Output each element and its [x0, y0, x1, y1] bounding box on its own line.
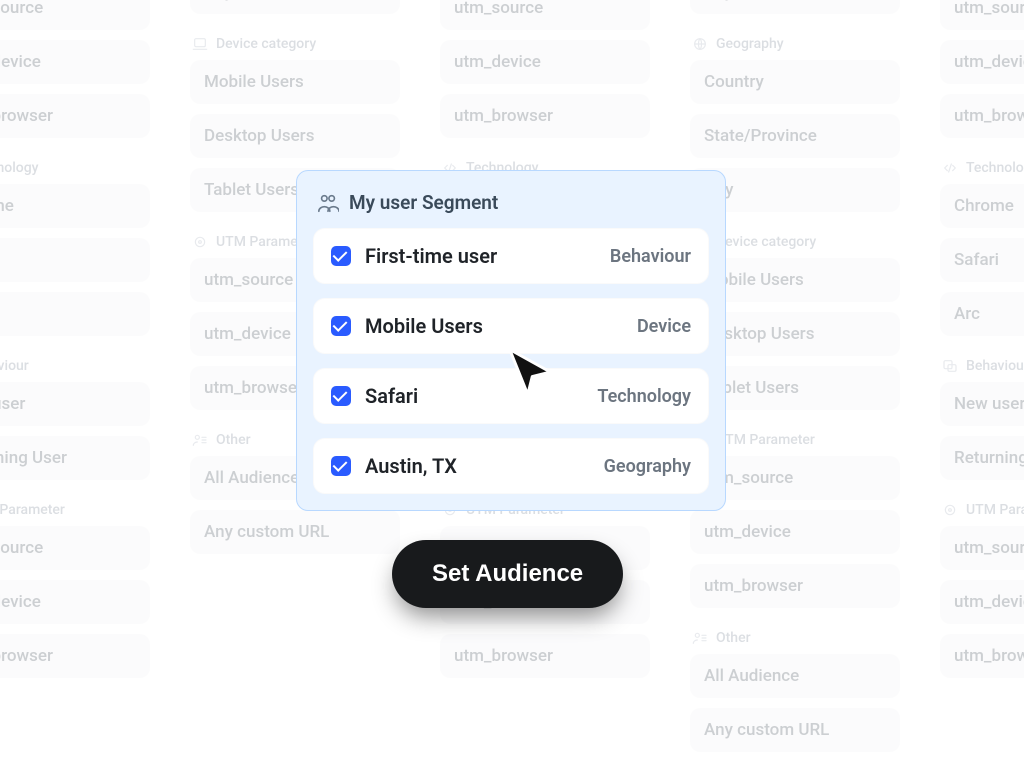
bg-section-header-utm: UTM Parameter	[0, 502, 150, 518]
behaviour-icon	[942, 358, 958, 374]
segment-label: First-time user	[365, 244, 497, 268]
bg-section-header-geo: Geography	[692, 36, 900, 52]
bg-option: Safari	[0, 238, 150, 282]
segment-category: Behaviour	[610, 246, 691, 267]
bg-option: Returning User	[940, 436, 1024, 480]
bg-option: New user	[0, 382, 150, 426]
bg-option: Chrome	[940, 184, 1024, 228]
bg-option: utm_device	[0, 40, 150, 84]
other-icon	[692, 630, 708, 646]
bg-option: utm_source	[0, 0, 150, 30]
bg-option: State/Province	[690, 114, 900, 158]
checkbox-icon[interactable]	[331, 246, 351, 266]
set-audience-button[interactable]: Set Audience	[392, 540, 623, 608]
tech-icon	[942, 160, 958, 176]
bg-option: utm_device	[690, 510, 900, 554]
bg-option: utm_browser	[690, 564, 900, 608]
bg-section-header-behaviour: Behaviour	[942, 358, 1024, 374]
bg-option: Returning User	[0, 436, 150, 480]
utm-icon	[942, 502, 958, 518]
checkbox-icon[interactable]	[331, 386, 351, 406]
segment-row[interactable]: Safari Technology	[313, 368, 709, 424]
geo-icon	[692, 36, 708, 52]
bg-option: Any custom URL	[190, 510, 400, 554]
bg-option: Any custom URL	[190, 0, 400, 14]
bg-option: utm_browser	[940, 634, 1024, 678]
bg-option: utm_source	[0, 526, 150, 570]
bg-option: Mobile Users	[190, 60, 400, 104]
bg-section-header-tech: Technology	[942, 160, 1024, 176]
segment-category: Technology	[597, 386, 691, 407]
bg-option: All Audience	[690, 654, 900, 698]
bg-option: Any custom URL	[690, 708, 900, 752]
bg-option: Desktop Users	[190, 114, 400, 158]
device-icon	[192, 36, 208, 52]
segment-title: My user Segment	[349, 191, 498, 214]
bg-option: Arc	[940, 292, 1024, 336]
bg-option: utm_source	[940, 526, 1024, 570]
bg-option: Chrome	[0, 184, 150, 228]
segment-label: Mobile Users	[365, 314, 483, 338]
bg-section-header-tech: Technology	[0, 160, 150, 176]
segment-card-header: My user Segment	[313, 187, 709, 228]
bg-section-header-other: Other	[692, 630, 900, 646]
bg-option: utm_browser	[0, 94, 150, 138]
bg-option: utm_source	[440, 0, 650, 30]
user-segment-card: My user Segment First-time user Behaviou…	[296, 170, 726, 511]
segment-row[interactable]: Mobile Users Device	[313, 298, 709, 354]
bg-option: Country	[690, 60, 900, 104]
bg-option: utm_device	[440, 40, 650, 84]
utm-icon	[192, 234, 208, 250]
segment-label: Austin, TX	[365, 454, 457, 478]
set-audience-label: Set Audience	[432, 560, 583, 587]
segment-category: Device	[637, 316, 691, 337]
users-icon	[317, 192, 339, 214]
bg-option: New user	[940, 382, 1024, 426]
segment-category: Geography	[604, 456, 691, 477]
checkbox-icon[interactable]	[331, 456, 351, 476]
bg-option: Safari	[940, 238, 1024, 282]
bg-option: utm_device	[0, 580, 150, 624]
bg-option: utm_browser	[0, 634, 150, 678]
segment-row[interactable]: First-time user Behaviour	[313, 228, 709, 284]
bg-option: utm_browser	[940, 94, 1024, 138]
bg-option: utm_device	[940, 40, 1024, 84]
segment-label: Safari	[365, 384, 418, 408]
bg-option: Any custom URL	[690, 0, 900, 14]
bg-option: utm_browser	[440, 634, 650, 678]
other-icon	[192, 432, 208, 448]
bg-section-header-behaviour: Behaviour	[0, 358, 150, 374]
bg-section-header-utm: UTM Parameter	[942, 502, 1024, 518]
bg-option: utm_device	[940, 580, 1024, 624]
checkbox-icon[interactable]	[331, 316, 351, 336]
segment-row[interactable]: Austin, TX Geography	[313, 438, 709, 494]
bg-section-header-device: Device category	[192, 36, 400, 52]
bg-option: utm_browser	[440, 94, 650, 138]
bg-option: Arc	[0, 292, 150, 336]
bg-option: utm_source	[940, 0, 1024, 30]
